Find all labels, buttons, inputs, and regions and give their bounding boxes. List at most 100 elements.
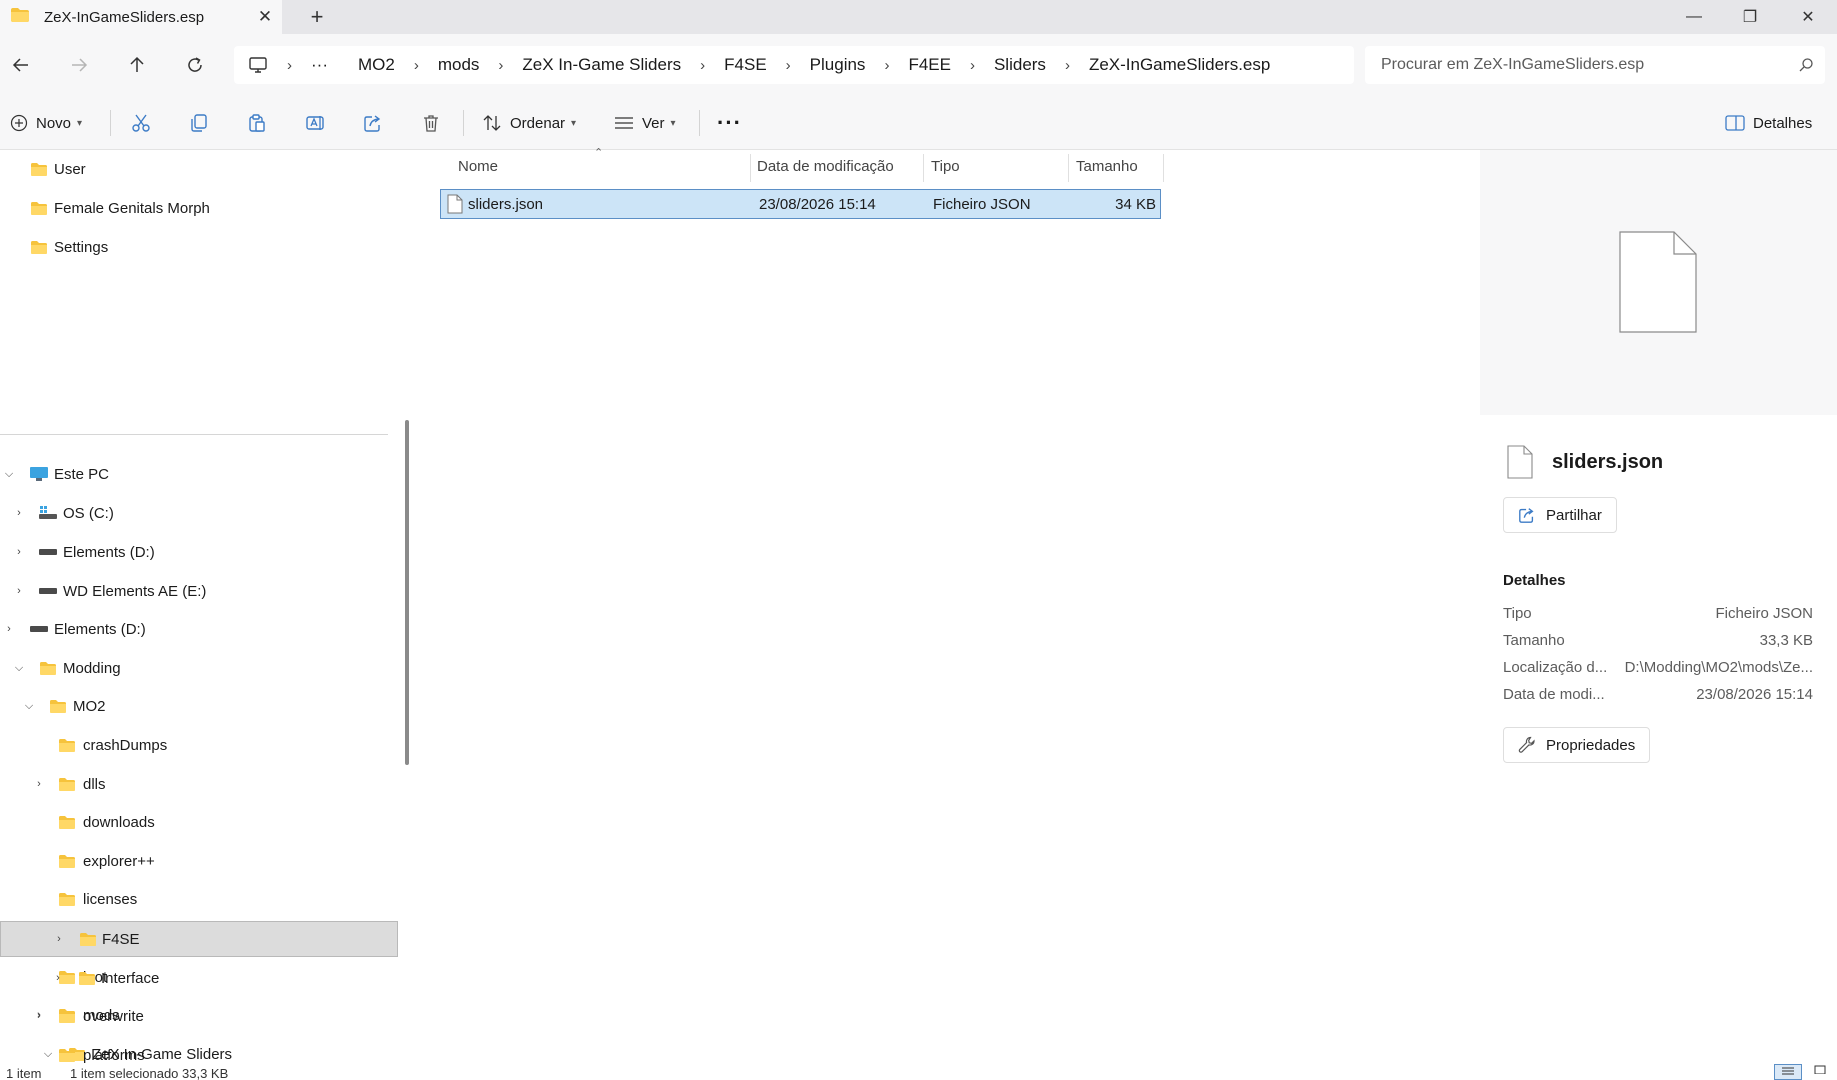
paste-button[interactable] [247, 105, 267, 141]
forward-arrow-icon[interactable] [60, 46, 98, 84]
list-view-icon [614, 115, 634, 131]
column-header-type[interactable]: Tipo [931, 150, 960, 182]
properties-button[interactable]: Propriedades [1503, 727, 1651, 763]
tree-item-label: F4SE [102, 930, 140, 948]
chevron-right-icon[interactable]: › [1, 621, 17, 637]
tree-item-label: Elements (D:) [63, 543, 155, 561]
close-button[interactable]: ✕ [1780, 0, 1836, 34]
column-divider[interactable] [1068, 154, 1069, 182]
chevron-right-icon[interactable]: › [51, 931, 67, 947]
tree-item-settings[interactable]: Settings [0, 229, 398, 265]
chevron-right-icon[interactable]: › [11, 583, 27, 599]
status-item-count: 1 item [6, 1066, 42, 1080]
chevron-right-icon[interactable]: › [786, 57, 791, 74]
tree-item-mo2[interactable]: ⌵ MO2 [0, 688, 398, 724]
column-header-size[interactable]: Tamanho [1076, 150, 1138, 182]
chevron-right-icon[interactable]: › [970, 57, 975, 74]
more-options-button[interactable]: ··· [717, 105, 742, 141]
address-bar[interactable]: › ··· MO2 › mods › ZeX In-Game Sliders ›… [234, 46, 1354, 84]
tree-item-explorer-plus-plus[interactable]: explorer++ [0, 843, 398, 879]
breadcrumb-mods[interactable]: mods [438, 55, 480, 75]
view-button[interactable]: Ver ▾ [614, 105, 676, 141]
breadcrumb-mo2[interactable]: MO2 [358, 55, 395, 75]
search-input[interactable] [1381, 56, 1787, 74]
search-icon[interactable] [1787, 57, 1825, 73]
breadcrumb-current-folder[interactable]: ZeX-InGameSliders.esp [1089, 55, 1270, 75]
tree-item-label: MO2 [73, 697, 106, 715]
sort-button[interactable]: Ordenar ▾ [482, 105, 576, 141]
cut-button[interactable] [131, 105, 151, 141]
share-button[interactable]: Partilhar [1503, 497, 1617, 533]
details-pane-button[interactable]: Detalhes [1725, 105, 1812, 141]
chevron-right-icon[interactable]: › [884, 57, 889, 74]
tree-item-modding[interactable]: ⌵ Modding [0, 650, 398, 686]
tree-item-crashdumps[interactable]: crashDumps [0, 727, 398, 763]
rename-button[interactable] [305, 105, 325, 141]
breadcrumb-plugins[interactable]: Plugins [810, 55, 866, 75]
column-divider[interactable] [1163, 154, 1164, 182]
details-view-icon[interactable] [1774, 1064, 1802, 1080]
share-button-label: Partilhar [1546, 506, 1602, 524]
tree-scrollbar[interactable] [405, 420, 409, 765]
chevron-right-icon[interactable]: › [11, 505, 27, 521]
column-divider[interactable] [750, 154, 751, 182]
chevron-right-icon[interactable]: › [414, 57, 419, 74]
details-key: Tamanho [1503, 632, 1565, 649]
tree-item-female-genitals-morph[interactable]: Female Genitals Morph [0, 190, 398, 226]
chevron-right-icon[interactable]: › [700, 57, 705, 74]
tree-item-wd-elements-ae-e[interactable]: › WD Elements AE (E:) [0, 573, 398, 609]
breadcrumb-f4se[interactable]: F4SE [724, 55, 767, 75]
chevron-right-icon[interactable]: › [50, 970, 66, 986]
chevron-right-icon[interactable]: › [1065, 57, 1070, 74]
folder-icon [10, 7, 30, 27]
tree-item-elements-d[interactable]: › Elements (D:) [0, 534, 398, 570]
restore-button[interactable]: ❐ [1722, 0, 1778, 34]
tiles-view-icon[interactable] [1806, 1064, 1834, 1080]
tree-item-os-c[interactable]: › OS (C:) [0, 495, 398, 531]
tree-item-este-pc[interactable]: ⌵ Este PC [0, 456, 398, 492]
tree-item-downloads[interactable]: downloads [0, 804, 398, 840]
breadcrumb-f4ee[interactable]: F4EE [908, 55, 951, 75]
new-tab-icon[interactable]: + [300, 0, 334, 34]
delete-button[interactable] [421, 105, 441, 141]
copy-button[interactable] [189, 105, 209, 141]
refresh-icon[interactable] [176, 46, 214, 84]
minimize-button[interactable]: — [1666, 0, 1722, 34]
breadcrumb-overflow[interactable]: ··· [311, 55, 328, 75]
tab-active[interactable]: ZeX-InGameSliders.esp ✕ [0, 0, 282, 34]
tree-item-interface[interactable]: › Interface [0, 960, 398, 996]
tree-item-overwrite[interactable]: › overwrite [0, 998, 398, 1034]
back-arrow-icon[interactable] [2, 46, 40, 84]
file-icon [447, 194, 463, 218]
tree-item-label: explorer++ [83, 852, 155, 870]
column-header-modified[interactable]: Data de modificação [757, 150, 894, 182]
tree-item-licenses[interactable]: licenses [0, 881, 398, 917]
chevron-right-icon[interactable]: › [31, 1008, 47, 1024]
breadcrumb-zex-in-game-sliders[interactable]: ZeX In-Game Sliders [522, 55, 681, 75]
chevron-right-icon[interactable]: › [498, 57, 503, 74]
tree-item-f4se[interactable]: › F4SE [0, 921, 398, 957]
rename-icon [305, 113, 325, 133]
folder-icon [58, 815, 76, 830]
tab-close-icon[interactable]: ✕ [248, 0, 282, 34]
tree-item-elements-d-root[interactable]: › Elements (D:) [0, 611, 398, 647]
chevron-down-icon[interactable]: ⌵ [11, 660, 27, 676]
new-button[interactable]: Novo ▾ [10, 105, 82, 141]
chevron-right-icon[interactable]: › [11, 544, 27, 560]
drive-icon [38, 587, 58, 595]
breadcrumb-sliders[interactable]: Sliders [994, 55, 1046, 75]
column-divider[interactable] [923, 154, 924, 182]
tree-item-dlls[interactable]: › dlls [0, 766, 398, 802]
folder-icon [30, 201, 48, 216]
chevron-down-icon[interactable]: ⌵ [21, 698, 37, 714]
share-button[interactable] [363, 105, 383, 141]
up-arrow-icon[interactable] [118, 46, 156, 84]
chevron-right-icon[interactable]: › [31, 776, 47, 792]
table-row[interactable]: sliders.json 23/08/2026 15:14 Ficheiro J… [440, 189, 1161, 219]
details-value[interactable]: D:\Modding\MO2\mods\Ze... [1625, 659, 1813, 676]
tree-item-platforms[interactable]: platforms [0, 1037, 398, 1064]
tree-item-user[interactable]: User [0, 151, 398, 187]
chevron-down-icon[interactable]: ⌵ [1, 466, 17, 482]
search-box[interactable] [1365, 46, 1825, 84]
column-header-name[interactable]: Nome [458, 150, 498, 182]
